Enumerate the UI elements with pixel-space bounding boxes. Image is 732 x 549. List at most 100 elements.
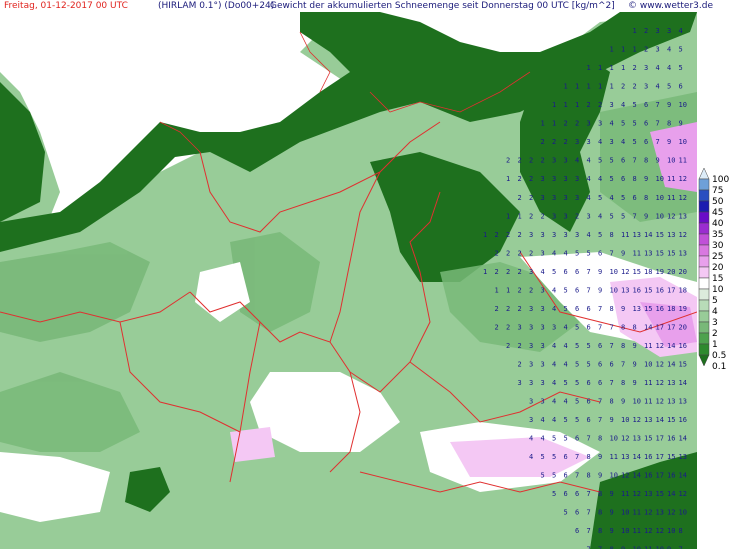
grid-value: 12 xyxy=(633,490,641,498)
grid-value: 9 xyxy=(633,360,637,368)
grid-value: 5 xyxy=(633,120,637,128)
grid-value: 7 xyxy=(598,398,602,406)
legend-label: 0.1 xyxy=(712,362,726,372)
grid-value: 2 xyxy=(621,83,625,91)
grid-value: 6 xyxy=(564,268,568,276)
grid-value: 2 xyxy=(518,268,522,276)
grid-value: 2 xyxy=(506,305,510,313)
grid-value: 9 xyxy=(621,398,625,406)
grid-value: 3 xyxy=(552,175,556,183)
grid-value: 1 xyxy=(506,175,510,183)
grid-value: 1 xyxy=(587,83,591,91)
grid-value: 14 xyxy=(667,360,675,368)
grid-value: 7 xyxy=(633,212,637,220)
grid-value: 11 xyxy=(644,398,652,406)
grid-value: 3 xyxy=(552,323,556,331)
grid-value: 11 xyxy=(679,157,687,165)
grid-value: 9 xyxy=(598,268,602,276)
grid-value: 3 xyxy=(564,231,568,239)
grid-value: 2 xyxy=(518,175,522,183)
legend-label: 40 xyxy=(712,219,724,229)
grid-value: 13 xyxy=(633,231,641,239)
grid-value: 12 xyxy=(656,398,664,406)
grid-value: 5 xyxy=(610,157,614,165)
grid-value: 5 xyxy=(575,249,579,257)
grid-value: 5 xyxy=(621,194,625,202)
grid-value: 4 xyxy=(541,416,545,424)
grid-value: 2 xyxy=(495,323,499,331)
grid-value: 11 xyxy=(633,527,641,535)
grid-value: 3 xyxy=(541,249,545,257)
grid-value: 1 xyxy=(621,46,625,54)
grid-value: 6 xyxy=(587,416,591,424)
grid-value: 16 xyxy=(644,453,652,461)
grid-value: 2 xyxy=(506,268,510,276)
grid-value: 2 xyxy=(495,268,499,276)
legend-swatch xyxy=(698,310,710,323)
grid-value: 8 xyxy=(610,231,614,239)
grid-value: 15 xyxy=(656,249,664,257)
grid-value: 3 xyxy=(541,175,545,183)
grid-value: 16 xyxy=(679,416,687,424)
grid-value: 4 xyxy=(529,435,533,443)
grid-value: 7 xyxy=(587,490,591,498)
grid-value: 14 xyxy=(644,323,652,331)
grid-value: 5 xyxy=(667,83,671,91)
grid-value: 16 xyxy=(644,472,652,480)
grid-value: 8 xyxy=(598,527,602,535)
grid-value: 4 xyxy=(598,212,602,220)
grid-value: 13 xyxy=(667,398,675,406)
grid-value: 9 xyxy=(598,472,602,480)
grid-value: 8 xyxy=(644,194,648,202)
grid-value: 2 xyxy=(564,120,568,128)
grid-value: 1 xyxy=(575,83,579,91)
grid-value: 12 xyxy=(621,435,629,443)
grid-value: 2 xyxy=(518,342,522,350)
legend-label: 2 xyxy=(712,329,718,339)
grid-value: 8 xyxy=(610,398,614,406)
grid-value: 7 xyxy=(587,527,591,535)
grid-value: 2 xyxy=(644,46,648,54)
grid-value: 7 xyxy=(587,546,591,549)
grid-value: 1 xyxy=(552,120,556,128)
grid-value: 15 xyxy=(679,360,687,368)
grid-value: 3 xyxy=(541,398,545,406)
grid-value: 3 xyxy=(541,194,545,202)
grid-value: 5 xyxy=(575,323,579,331)
grid-value: 3 xyxy=(587,212,591,220)
grid-value: 5 xyxy=(564,286,568,294)
grid-value: 8 xyxy=(598,435,602,443)
grid-value: 3 xyxy=(552,157,556,165)
grid-value: 2 xyxy=(587,101,591,109)
run-date-label: Freitag, 01-12-2017 00 UTC xyxy=(4,1,128,11)
grid-value: 16 xyxy=(667,472,675,480)
grid-value: 10 xyxy=(610,286,618,294)
grid-value: 7 xyxy=(587,509,591,517)
grid-value: 13 xyxy=(679,212,687,220)
grid-value: 5 xyxy=(587,249,591,257)
grid-value: 10 xyxy=(610,268,618,276)
grid-value: 17 xyxy=(667,286,675,294)
grid-value: 4 xyxy=(621,101,625,109)
grid-value: 9 xyxy=(621,249,625,257)
grid-value: 10 xyxy=(656,212,664,220)
grid-value: 12 xyxy=(679,175,687,183)
grid-value: 14 xyxy=(656,416,664,424)
grid-value: 6 xyxy=(575,286,579,294)
grid-value: 2 xyxy=(529,175,533,183)
legend-label: 50 xyxy=(712,197,724,207)
grid-value: 5 xyxy=(633,138,637,146)
grid-value: 10 xyxy=(633,546,641,549)
legend-label: 15 xyxy=(712,274,723,284)
legend-label: 20 xyxy=(712,263,724,273)
grid-value: 3 xyxy=(610,138,614,146)
map-description: Gewicht der akkumulierten Schneemenge se… xyxy=(270,1,615,11)
legend-label: 100 xyxy=(712,175,729,185)
grid-value: 1 xyxy=(610,46,614,54)
grid-value: 3 xyxy=(564,194,568,202)
grid-value: 6 xyxy=(587,379,591,387)
grid-value: 6 xyxy=(598,360,602,368)
legend-swatch xyxy=(698,178,710,191)
grid-value: 6 xyxy=(575,527,579,535)
grid-value: 1 xyxy=(541,120,545,128)
